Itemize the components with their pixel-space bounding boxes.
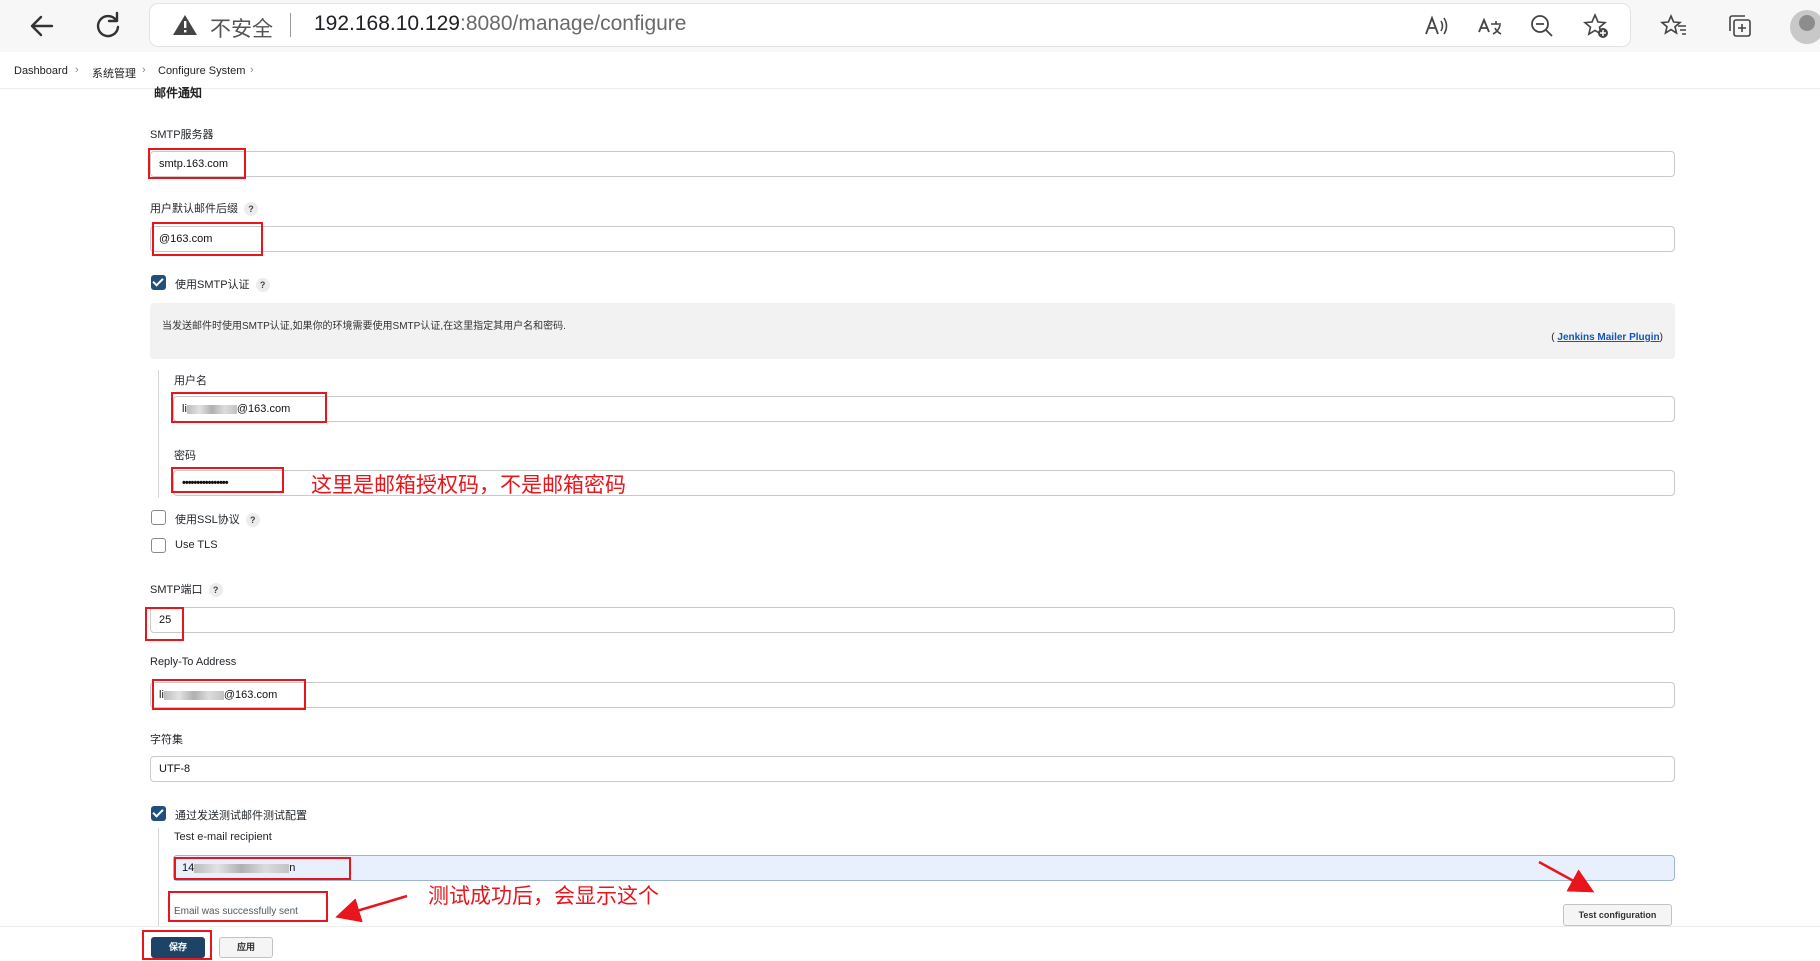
- form-footer: [0, 926, 1820, 961]
- highlight-box: [142, 930, 212, 960]
- apply-button[interactable]: 应用: [219, 937, 273, 958]
- arrow-to-test-button: [1538, 860, 1595, 893]
- annotation-arrows: [335, 860, 1595, 923]
- arrow-to-success-message: [335, 894, 408, 923]
